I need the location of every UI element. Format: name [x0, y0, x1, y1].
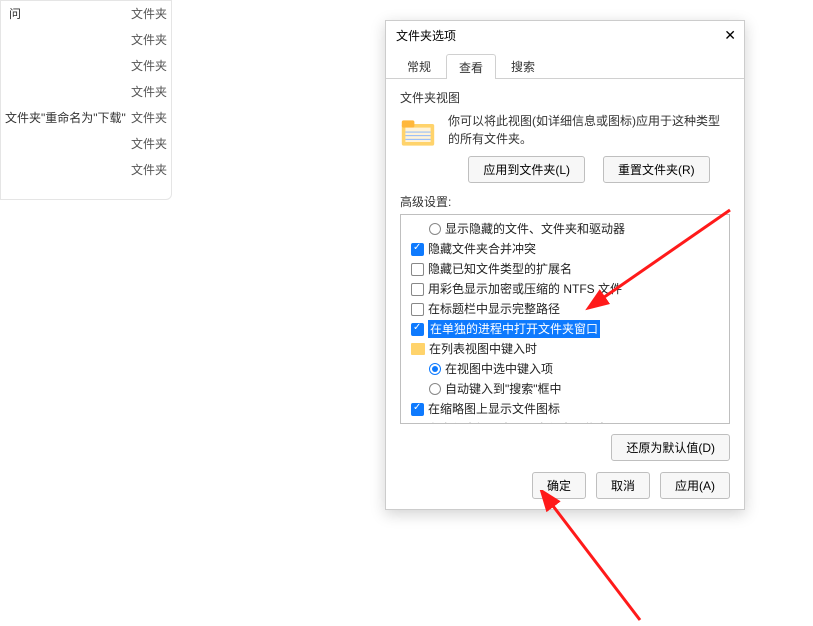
advanced-setting-label: 在视图中选中键入项	[445, 360, 553, 378]
column-label: 文件夹	[131, 31, 171, 48]
advanced-settings-label: 高级设置:	[400, 193, 730, 210]
reset-folders-button[interactable]: 重置文件夹(R)	[603, 156, 710, 183]
checkbox-input[interactable]	[411, 283, 424, 296]
checkbox-input[interactable]	[411, 243, 424, 256]
restore-defaults-button[interactable]: 还原为默认值(D)	[611, 434, 730, 461]
advanced-setting-item[interactable]: 用彩色显示加密或压缩的 NTFS 文件	[405, 279, 725, 299]
ok-button[interactable]: 确定	[532, 472, 586, 499]
advanced-setting-label: 在列表视图中键入时	[429, 340, 537, 358]
radio-input[interactable]	[429, 223, 441, 235]
advanced-setting-item[interactable]: 自动键入到"搜索"框中	[405, 379, 725, 399]
advanced-setting-item[interactable]: 显示隐藏的文件、文件夹和驱动器	[405, 219, 725, 239]
checkbox-input[interactable]	[411, 323, 424, 336]
advanced-setting-label: 隐藏文件夹合并冲突	[428, 240, 536, 258]
column-label: 文件夹	[131, 83, 171, 100]
advanced-setting-item[interactable]: 在列表视图中键入时	[405, 339, 725, 359]
advanced-setting-item[interactable]: 在文件夹提示中显示文件大小信息	[405, 419, 725, 424]
checkbox-input[interactable]	[411, 403, 424, 416]
dialog-footer: 确定 取消 应用(A)	[532, 472, 730, 499]
checkbox-input[interactable]	[411, 263, 424, 276]
apply-button[interactable]: 应用(A)	[660, 472, 730, 499]
context-text: 问	[9, 5, 21, 22]
background-window-fragment: 问 文件夹 文件夹 文件夹 文件夹 文件夹 文件夹 文件夹 文件夹"重命名为"下…	[0, 0, 172, 200]
tab-strip: 常规 查看 搜索	[386, 49, 744, 79]
radio-input[interactable]	[429, 383, 441, 395]
folder-view-description: 你可以将此视图(如详细信息或图标)应用于这种类型的所有文件夹。	[448, 112, 730, 148]
annotation-arrow-icon	[520, 490, 660, 626]
close-button[interactable]: ✕	[724, 28, 736, 42]
apply-to-folders-button[interactable]: 应用到文件夹(L)	[468, 156, 585, 183]
column-label: 文件夹	[131, 5, 171, 22]
tab-general[interactable]: 常规	[394, 53, 444, 78]
folder-view-label: 文件夹视图	[400, 89, 730, 106]
advanced-setting-item[interactable]: 在缩略图上显示文件图标	[405, 399, 725, 419]
column-label: 文件夹	[131, 57, 171, 74]
folder-icon	[400, 116, 436, 150]
column-label: 文件夹	[131, 135, 171, 152]
advanced-setting-label: 用彩色显示加密或压缩的 NTFS 文件	[428, 280, 622, 298]
folder-view-group: 文件夹视图 你可以将此视图(如详细信息或图标)应用于这种类型的所有文件夹。 应用…	[400, 89, 730, 183]
dialog-content: 文件夹视图 你可以将此视图(如详细信息或图标)应用于这种类型的所有文件夹。 应用…	[386, 79, 744, 471]
folder-icon	[411, 343, 425, 355]
folder-options-dialog: 文件夹选项 ✕ 常规 查看 搜索 文件夹视图 你可以将此视图(如详细信息或图标)…	[385, 20, 745, 510]
advanced-setting-item[interactable]: 隐藏已知文件类型的扩展名	[405, 259, 725, 279]
radio-input[interactable]	[429, 363, 441, 375]
advanced-setting-item[interactable]: 在视图中选中键入项	[405, 359, 725, 379]
advanced-settings-list[interactable]: 显示隐藏的文件、文件夹和驱动器隐藏文件夹合并冲突隐藏已知文件类型的扩展名用彩色显…	[400, 214, 730, 424]
advanced-setting-item[interactable]: 在标题栏中显示完整路径	[405, 299, 725, 319]
tab-view[interactable]: 查看	[446, 54, 496, 79]
cancel-button[interactable]: 取消	[596, 472, 650, 499]
dialog-titlebar: 文件夹选项 ✕	[386, 21, 744, 49]
column-label: 文件夹	[131, 161, 171, 178]
advanced-setting-label: 隐藏已知文件类型的扩展名	[428, 260, 572, 278]
advanced-setting-label: 在文件夹提示中显示文件大小信息	[428, 420, 608, 424]
advanced-setting-item[interactable]: 隐藏文件夹合并冲突	[405, 239, 725, 259]
checkbox-input[interactable]	[411, 423, 424, 425]
advanced-setting-label: 自动键入到"搜索"框中	[445, 380, 562, 398]
rename-folder-text: 文件夹"重命名为"下载"	[1, 109, 161, 126]
advanced-setting-label: 显示隐藏的文件、文件夹和驱动器	[445, 220, 625, 238]
advanced-setting-label: 在缩略图上显示文件图标	[428, 400, 560, 418]
advanced-setting-item[interactable]: 在单独的进程中打开文件夹窗口	[405, 319, 725, 339]
dialog-title: 文件夹选项	[396, 27, 456, 44]
checkbox-input[interactable]	[411, 303, 424, 316]
advanced-setting-label: 在单独的进程中打开文件夹窗口	[428, 320, 600, 338]
advanced-setting-label: 在标题栏中显示完整路径	[428, 300, 560, 318]
tab-search[interactable]: 搜索	[498, 53, 548, 78]
